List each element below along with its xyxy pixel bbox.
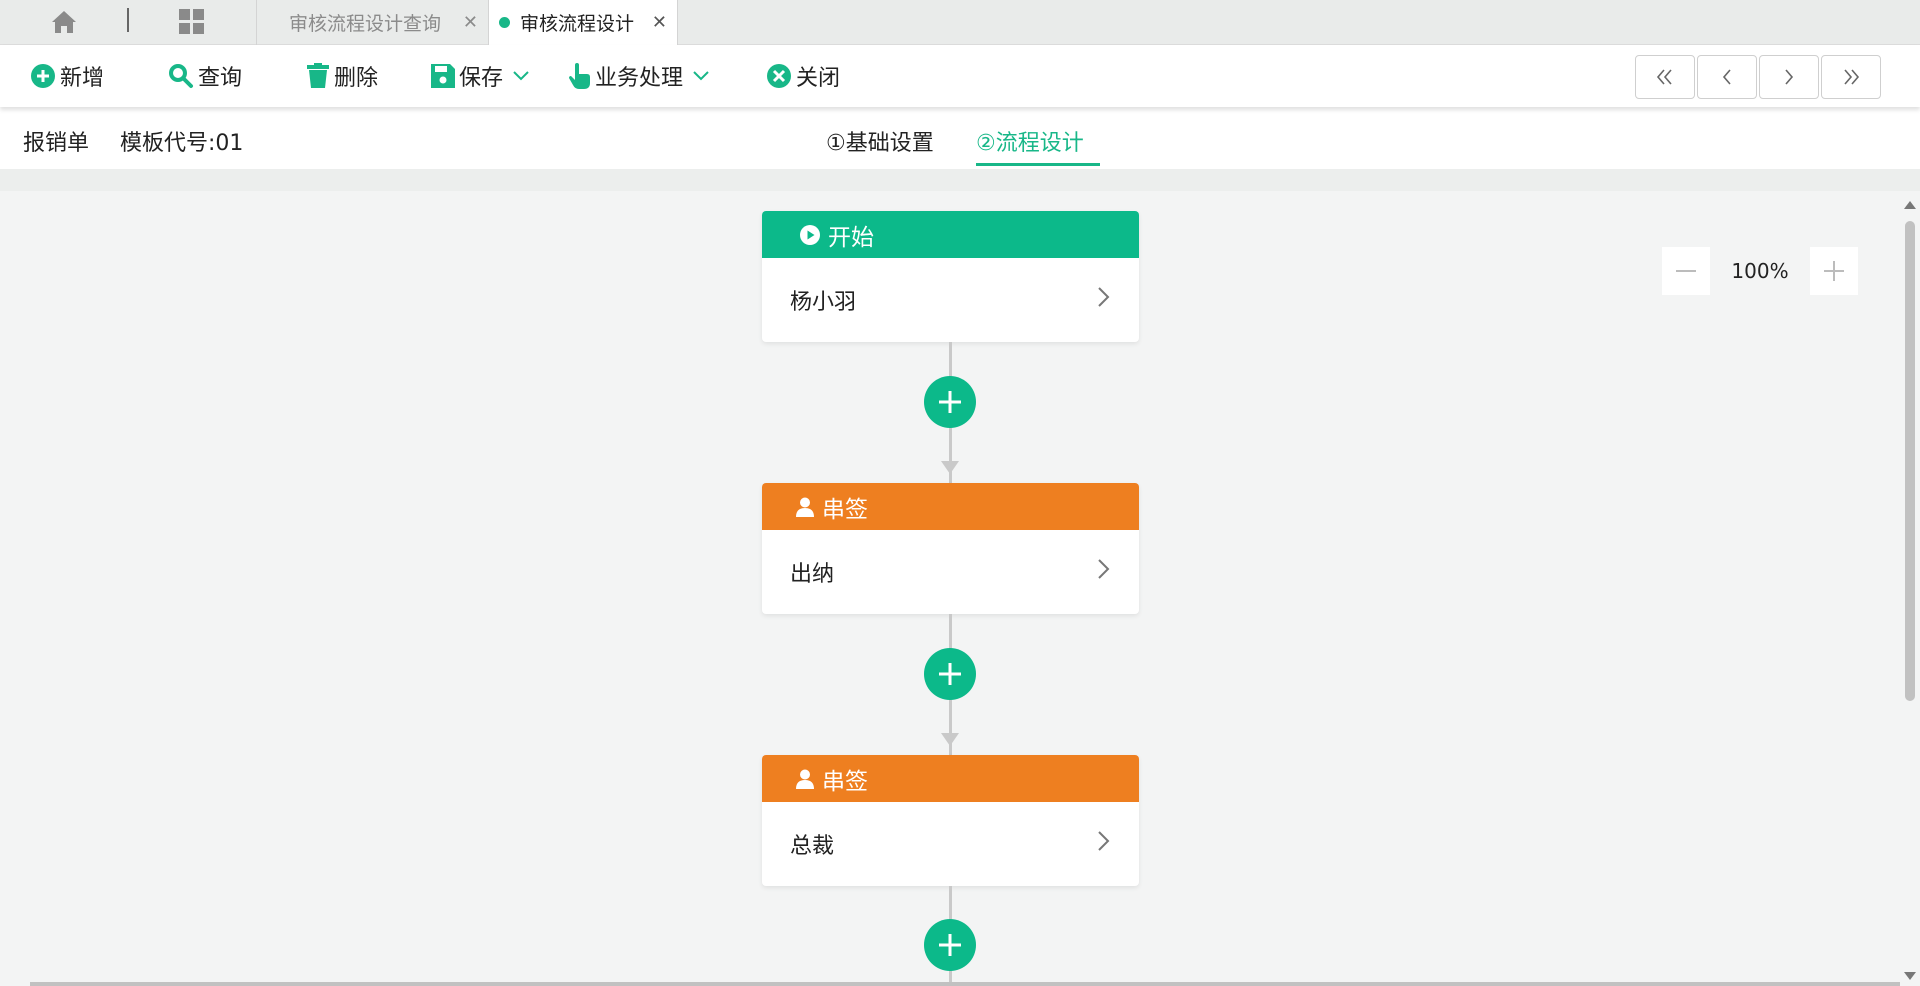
- close-circle-icon: [767, 64, 791, 88]
- close-button[interactable]: 关闭: [766, 59, 840, 93]
- node-header: 开始: [762, 211, 1139, 258]
- node-body[interactable]: 出纳: [762, 530, 1139, 614]
- zoom-out-button[interactable]: [1662, 247, 1710, 295]
- template-code: 模板代号:01: [120, 131, 244, 156]
- plus-icon: [1824, 261, 1844, 281]
- flow-node-sign-cashier[interactable]: 串签 出纳: [762, 483, 1139, 614]
- query-button-label: 查询: [198, 66, 243, 91]
- delete-button[interactable]: 删除: [306, 59, 378, 93]
- zoom-level: 100%: [1731, 259, 1789, 283]
- add-button[interactable]: 新增: [30, 59, 104, 93]
- plus-icon: [939, 934, 961, 956]
- pointer-hand-icon: [569, 63, 590, 89]
- previous-record-button[interactable]: [1697, 55, 1757, 99]
- info-row: 报销单 模板代号:01 ①基础设置 ②流程设计: [0, 107, 1920, 169]
- step-basic-settings[interactable]: ①基础设置: [826, 125, 934, 157]
- horizontal-scrollbar[interactable]: [30, 982, 1900, 986]
- connector-arrow: [941, 461, 959, 474]
- chevron-left-icon: [1722, 69, 1731, 85]
- chevron-down-icon[interactable]: [693, 71, 709, 81]
- business-processing-button[interactable]: 业务处理: [569, 59, 713, 93]
- chevron-right-icon: [1098, 559, 1110, 579]
- node-body[interactable]: 杨小羽: [762, 258, 1139, 342]
- user-icon: [796, 497, 814, 517]
- apps-button[interactable]: [168, 4, 216, 40]
- scroll-up-arrow-icon[interactable]: [1904, 201, 1916, 209]
- zoom-in-button[interactable]: [1810, 247, 1858, 295]
- node-title: 开始: [828, 224, 874, 251]
- double-chevron-right-icon: [1844, 69, 1860, 85]
- node-body[interactable]: 总裁: [762, 802, 1139, 886]
- chevron-right-icon: [1098, 831, 1110, 851]
- home-button[interactable]: [40, 4, 88, 40]
- chevron-right-icon: [1785, 69, 1794, 85]
- zoom-control: 100%: [1662, 247, 1858, 295]
- tab-separator: [127, 8, 129, 32]
- scroll-thumb[interactable]: [1905, 221, 1915, 701]
- node-title: 串签: [822, 768, 868, 795]
- add-button-label: 新增: [60, 66, 105, 91]
- tab-label: 审核流程设计查询: [289, 13, 442, 35]
- user-icon: [796, 769, 814, 789]
- play-circle-icon: [800, 224, 820, 245]
- plus-icon: [939, 663, 961, 685]
- connector-arrow: [941, 733, 959, 746]
- plus-icon: [939, 391, 961, 413]
- add-node-button[interactable]: [924, 919, 976, 971]
- flow-node-start[interactable]: 开始 杨小羽: [762, 211, 1139, 342]
- tab-audit-flow-design[interactable]: 审核流程设计 ✕: [488, 0, 678, 45]
- node-assignee: 出纳: [790, 562, 835, 587]
- minus-icon: [1676, 270, 1696, 272]
- node-header: 串签: [762, 755, 1139, 802]
- flow-canvas: 100% 开始 杨小羽 串签 出纳 串签 总裁: [0, 191, 1900, 986]
- chevron-right-icon: [1098, 287, 1110, 307]
- close-tab-icon[interactable]: ✕: [463, 12, 478, 33]
- tab-bar: 审核流程设计查询 ✕ 审核流程设计 ✕: [0, 0, 1920, 45]
- divider: [0, 169, 1920, 191]
- save-button-label: 保存: [459, 66, 504, 91]
- business-button-label: 业务处理: [595, 66, 684, 91]
- double-chevron-left-icon: [1656, 69, 1672, 85]
- close-tab-icon[interactable]: ✕: [652, 12, 667, 33]
- query-button[interactable]: 查询: [168, 59, 242, 93]
- plus-circle-icon: [31, 64, 55, 88]
- last-record-button[interactable]: [1821, 55, 1881, 99]
- tab-label: 审核流程设计: [520, 13, 635, 35]
- next-record-button[interactable]: [1759, 55, 1819, 99]
- grid-icon: [179, 9, 204, 34]
- tab-audit-flow-query[interactable]: 审核流程设计查询 ✕: [256, 0, 488, 45]
- flow-node-sign-president[interactable]: 串签 总裁: [762, 755, 1139, 886]
- node-header: 串签: [762, 483, 1139, 530]
- scroll-down-arrow-icon[interactable]: [1904, 972, 1916, 980]
- add-node-button[interactable]: [924, 376, 976, 428]
- delete-button-label: 删除: [334, 66, 379, 91]
- trash-icon: [307, 63, 329, 88]
- node-title: 串签: [822, 496, 868, 523]
- step-flow-design[interactable]: ②流程设计: [976, 125, 1100, 166]
- close-button-label: 关闭: [796, 66, 841, 91]
- search-icon: [169, 64, 193, 88]
- node-assignee: 总裁: [790, 834, 835, 859]
- toolbar: 新增 查询 删除 保存 业务处理 关闭: [0, 45, 1920, 107]
- home-icon: [52, 11, 76, 33]
- node-assignee: 杨小羽: [790, 290, 857, 315]
- save-button[interactable]: 保存: [431, 59, 533, 93]
- active-tab-dot: [499, 17, 510, 28]
- add-node-button[interactable]: [924, 648, 976, 700]
- floppy-disk-icon: [431, 64, 455, 88]
- vertical-scrollbar[interactable]: [1900, 191, 1920, 986]
- chevron-down-icon[interactable]: [513, 71, 529, 81]
- document-type: 报销单: [23, 131, 90, 156]
- first-record-button[interactable]: [1635, 55, 1695, 99]
